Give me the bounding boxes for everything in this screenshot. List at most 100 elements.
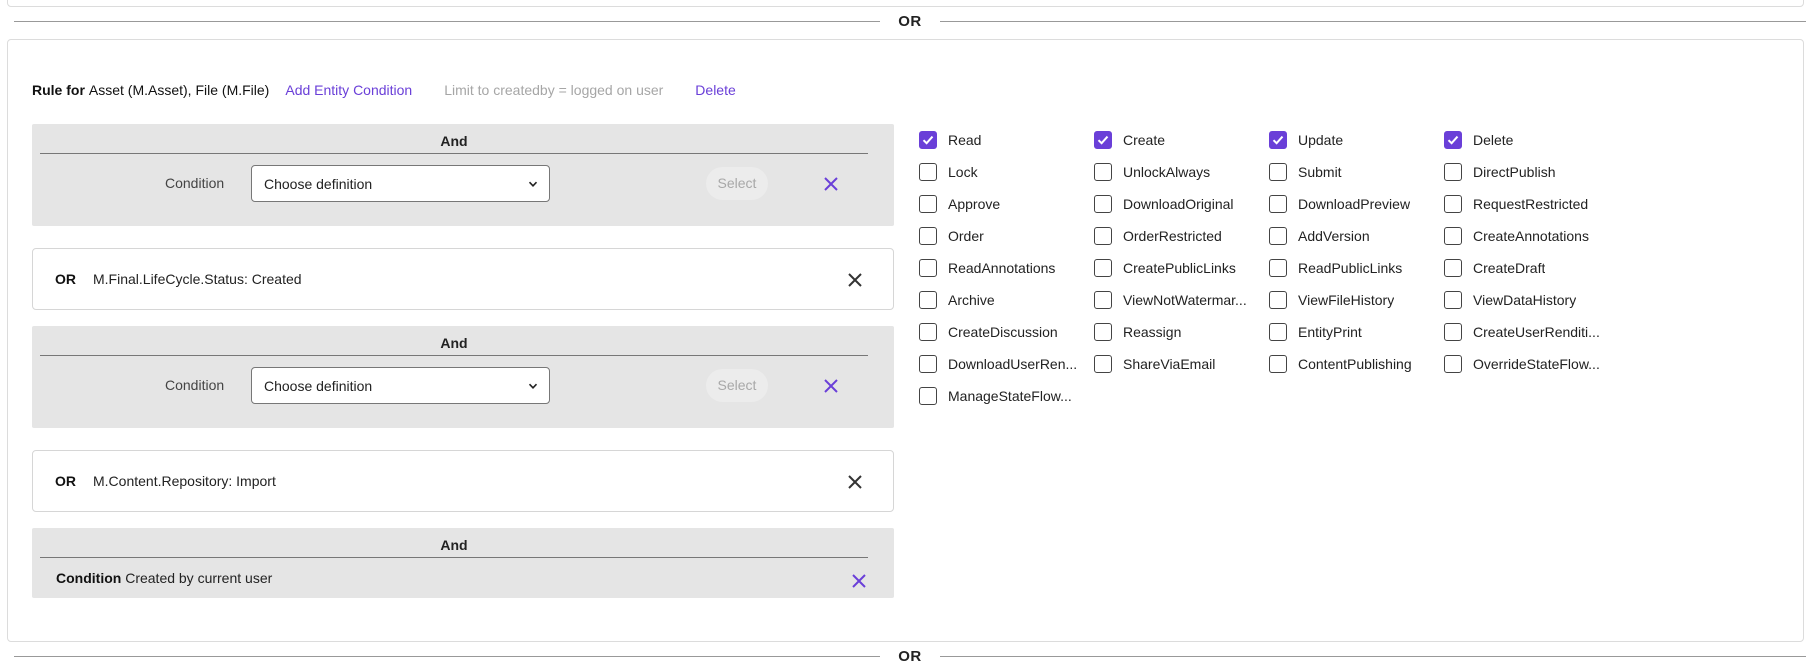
and-condition-block: And Condition Created by current user — [32, 528, 894, 598]
permission-checkbox[interactable]: Approve — [919, 188, 1094, 220]
permission-checkbox[interactable]: CreatePublicLinks — [1094, 252, 1269, 284]
permission-label: ViewFileHistory — [1298, 292, 1395, 308]
permission-checkbox[interactable]: RequestRestricted — [1444, 188, 1619, 220]
permission-checkbox[interactable]: CreateDraft — [1444, 252, 1619, 284]
permission-checkbox[interactable]: ReadPublicLinks — [1269, 252, 1444, 284]
remove-or-icon[interactable] — [846, 271, 864, 289]
permission-label: Create — [1123, 132, 1166, 148]
checkbox-icon[interactable] — [1444, 227, 1462, 245]
permission-checkbox[interactable]: DirectPublish — [1444, 156, 1619, 188]
permission-label: Order — [948, 228, 984, 244]
checkbox-icon[interactable] — [1094, 291, 1112, 309]
delete-rule-link[interactable]: Delete — [695, 82, 735, 98]
checkbox-icon[interactable] — [919, 227, 937, 245]
checkbox-icon[interactable] — [1094, 195, 1112, 213]
rule-header: Rule for Asset (M.Asset), File (M.File) … — [32, 82, 736, 98]
checkbox-icon[interactable] — [1269, 195, 1287, 213]
permission-checkbox[interactable]: ShareViaEmail — [1094, 348, 1269, 380]
checkbox-icon[interactable] — [919, 259, 937, 277]
checkbox-icon[interactable] — [1269, 323, 1287, 341]
permission-checkbox[interactable]: DownloadOriginal — [1094, 188, 1269, 220]
permission-label: CreatePublicLinks — [1123, 260, 1236, 276]
checkbox-icon[interactable] — [1444, 163, 1462, 181]
select-button[interactable]: Select — [706, 167, 768, 200]
checkbox-icon[interactable] — [919, 323, 937, 341]
remove-condition-icon[interactable] — [822, 175, 840, 193]
definition-select[interactable]: Choose definition — [251, 165, 550, 202]
permission-checkbox[interactable]: OrderRestricted — [1094, 220, 1269, 252]
checkbox-icon[interactable] — [1444, 291, 1462, 309]
checkbox-icon[interactable] — [1269, 227, 1287, 245]
permission-checkbox[interactable]: EntityPrint — [1269, 316, 1444, 348]
separator-line — [14, 20, 881, 22]
checkbox-icon[interactable] — [1444, 259, 1462, 277]
checkbox-checked-icon[interactable] — [919, 131, 937, 149]
permission-checkbox[interactable]: DownloadUserRen... — [919, 348, 1094, 380]
checkbox-icon[interactable] — [1094, 227, 1112, 245]
checkbox-icon[interactable] — [1269, 291, 1287, 309]
checkbox-checked-icon[interactable] — [1444, 131, 1462, 149]
definition-select[interactable]: Choose definition — [251, 367, 550, 404]
permission-checkbox[interactable]: CreateDiscussion — [919, 316, 1094, 348]
permission-checkbox[interactable]: Reassign — [1094, 316, 1269, 348]
permission-checkbox[interactable]: ManageStateFlow... — [919, 380, 1094, 412]
remove-condition-icon[interactable] — [822, 377, 840, 395]
checkbox-icon[interactable] — [1444, 195, 1462, 213]
checkbox-icon[interactable] — [1094, 355, 1112, 373]
permission-checkbox[interactable]: ReadAnnotations — [919, 252, 1094, 284]
remove-condition-icon[interactable] — [850, 572, 868, 590]
permission-checkbox[interactable]: DownloadPreview — [1269, 188, 1444, 220]
permission-checkbox[interactable]: ViewNotWatermar... — [1094, 284, 1269, 316]
permission-checkbox[interactable]: UnlockAlways — [1094, 156, 1269, 188]
checkbox-icon[interactable] — [1444, 355, 1462, 373]
permission-checkbox[interactable]: CreateUserRenditi... — [1444, 316, 1619, 348]
permission-checkbox[interactable]: ViewFileHistory — [1269, 284, 1444, 316]
permission-checkbox[interactable]: ViewDataHistory — [1444, 284, 1619, 316]
checkbox-checked-icon[interactable] — [1269, 131, 1287, 149]
and-title: And — [40, 336, 868, 356]
checkbox-icon[interactable] — [919, 195, 937, 213]
condition-label: Condition — [165, 377, 225, 393]
checkbox-icon[interactable] — [1269, 259, 1287, 277]
checkbox-checked-icon[interactable] — [1094, 131, 1112, 149]
permission-checkbox[interactable]: Read — [919, 124, 1094, 156]
select-button[interactable]: Select — [706, 369, 768, 402]
permission-label: ShareViaEmail — [1123, 356, 1216, 372]
permission-label: Read — [948, 132, 982, 148]
permission-checkbox[interactable]: Submit — [1269, 156, 1444, 188]
or-label: OR — [55, 473, 76, 489]
permission-checkbox[interactable]: Delete — [1444, 124, 1619, 156]
checkbox-icon[interactable] — [919, 387, 937, 405]
permission-label: OrderRestricted — [1123, 228, 1222, 244]
checkbox-icon[interactable] — [919, 291, 937, 309]
permission-checkbox[interactable]: Update — [1269, 124, 1444, 156]
permissions-grid: Read Create Update Delete Lock UnlockAlways Su… — [919, 124, 1619, 412]
permission-checkbox[interactable]: Create — [1094, 124, 1269, 156]
permission-checkbox[interactable]: CreateAnnotations — [1444, 220, 1619, 252]
permission-checkbox[interactable]: Order — [919, 220, 1094, 252]
permission-label: CreateDiscussion — [948, 324, 1058, 340]
checkbox-icon[interactable] — [919, 355, 937, 373]
checkbox-icon[interactable] — [1094, 259, 1112, 277]
and-condition-block: And Condition Choose definition Select — [32, 326, 894, 428]
checkbox-icon[interactable] — [1094, 323, 1112, 341]
checkbox-icon[interactable] — [1269, 163, 1287, 181]
remove-or-icon[interactable] — [846, 473, 864, 491]
or-condition-row: OR M.Content.Repository: Import — [32, 450, 894, 512]
add-entity-condition-link[interactable]: Add Entity Condition — [285, 82, 412, 98]
checkbox-icon[interactable] — [1444, 323, 1462, 341]
or-separator-label: OR — [898, 12, 922, 30]
permission-checkbox[interactable]: Archive — [919, 284, 1094, 316]
checkbox-icon[interactable] — [1269, 355, 1287, 373]
permission-label: ViewDataHistory — [1473, 292, 1577, 308]
permission-label: ReadPublicLinks — [1298, 260, 1403, 276]
permission-checkbox[interactable]: OverrideStateFlow... — [1444, 348, 1619, 380]
and-title: And — [40, 134, 868, 154]
permission-checkbox[interactable]: Lock — [919, 156, 1094, 188]
or-separator-label: OR — [898, 647, 922, 663]
checkbox-icon[interactable] — [1094, 163, 1112, 181]
and-title: And — [40, 538, 868, 558]
permission-checkbox[interactable]: ContentPublishing — [1269, 348, 1444, 380]
permission-checkbox[interactable]: AddVersion — [1269, 220, 1444, 252]
checkbox-icon[interactable] — [919, 163, 937, 181]
